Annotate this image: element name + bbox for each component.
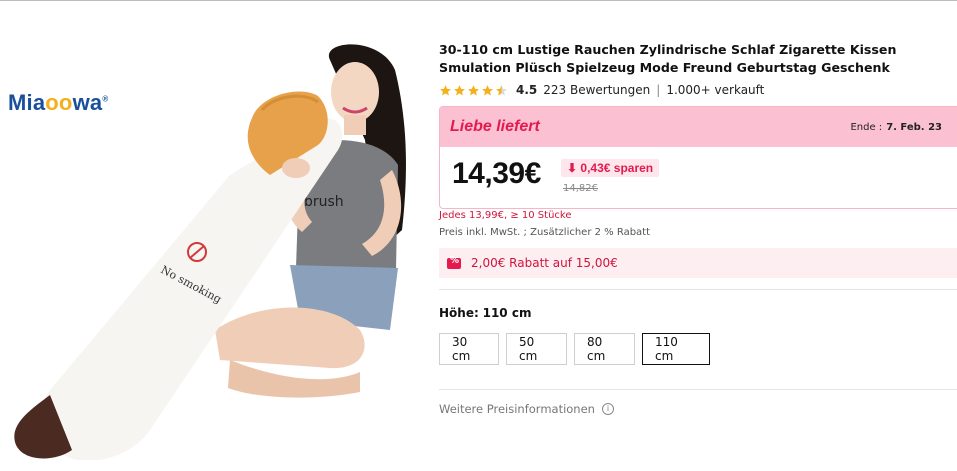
old-price: 14,82€ xyxy=(563,183,598,194)
registered-mark: ® xyxy=(102,94,109,104)
product-image[interactable]: brush No smoking Miaoowa® xyxy=(0,40,418,460)
shirt-text: brush xyxy=(304,194,344,210)
more-price-info-link[interactable]: Weitere Preisinformationen i xyxy=(439,402,614,416)
brand-logo-part: wa xyxy=(72,90,103,115)
star-icon xyxy=(454,84,465,95)
divider xyxy=(439,389,957,390)
brand-logo-part: Mia xyxy=(8,90,46,115)
brand-logo-oo: oo xyxy=(45,90,73,115)
deal-header: Liebe liefert Ende :7. Feb. 23 xyxy=(440,107,957,147)
divider xyxy=(439,289,957,290)
sold-count: 1.000+ verkauft xyxy=(666,83,765,97)
top-divider xyxy=(0,0,957,1)
coupon-icon xyxy=(447,256,461,269)
separator: | xyxy=(656,83,661,97)
current-price: 14,39€ xyxy=(452,157,541,190)
size-option-30[interactable]: 30 cm xyxy=(439,333,499,365)
save-amount: 0,43€ sparen xyxy=(580,161,654,175)
more-info-label: Weitere Preisinformationen xyxy=(439,402,595,416)
size-option-label: Höhe: 110 cm xyxy=(439,306,531,320)
size-option-50[interactable]: 50 cm xyxy=(506,333,567,365)
size-option-name: Höhe: xyxy=(439,306,479,320)
size-option-110[interactable]: 110 cm xyxy=(642,333,710,365)
deal-end-value: 7. Feb. 23 xyxy=(886,121,942,133)
star-icon xyxy=(482,84,493,95)
bulk-price-note: Jedes 13,99€, ≥ 10 Stücke xyxy=(439,210,572,221)
save-badge: ⬇ 0,43€ sparen xyxy=(561,159,660,177)
deal-box: Liebe liefert Ende :7. Feb. 23 14,39€ ⬇ … xyxy=(439,106,957,209)
review-count[interactable]: 223 Bewertungen xyxy=(543,83,650,97)
size-option-80[interactable]: 80 cm xyxy=(574,333,635,365)
star-icon xyxy=(468,84,479,95)
star-icon xyxy=(440,84,451,95)
size-options: 30 cm 50 cm 80 cm 110 cm xyxy=(439,333,710,365)
deal-end-label: Ende : xyxy=(850,121,883,133)
rating-stars xyxy=(439,84,508,97)
deal-end-date: Ende :7. Feb. 23 xyxy=(850,122,957,133)
half-star-icon xyxy=(496,84,507,95)
coupon-strip[interactable]: 2,00€ Rabatt auf 15,00€ xyxy=(439,248,957,278)
rating-value: 4.5 xyxy=(516,83,538,97)
rating-row[interactable]: 4.5 223 Bewertungen | 1.000+ verkauft xyxy=(439,81,764,99)
product-title: 30-110 cm Lustige Rauchen Zylindrische S… xyxy=(439,42,897,75)
brand-logo: Miaoowa® xyxy=(8,90,108,116)
down-arrow-icon: ⬇ xyxy=(567,161,578,175)
size-option-value: 110 cm xyxy=(482,306,532,320)
coupon-text: 2,00€ Rabatt auf 15,00€ xyxy=(471,256,618,270)
price-area: 14,39€ ⬇ 0,43€ sparen 14,82€ xyxy=(440,147,957,207)
deal-brand-label: Liebe liefert xyxy=(450,118,540,135)
tax-note: Preis inkl. MwSt. ; Zusätzlicher 2 % Rab… xyxy=(439,227,651,238)
info-icon: i xyxy=(601,403,614,415)
